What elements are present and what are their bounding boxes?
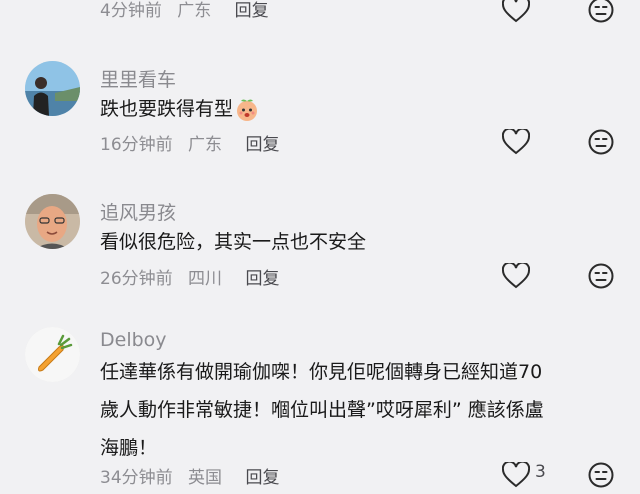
- neutral-face-icon[interactable]: [588, 462, 614, 488]
- comment-text-line: 歲人動作非常敏捷！嗰位叫出聲”哎呀犀利” 應該係盧: [100, 399, 544, 421]
- avatar[interactable]: [25, 61, 80, 116]
- comment-time: 16分钟前: [100, 135, 173, 155]
- comment-text-content: 跌也要跌得有型: [100, 98, 234, 120]
- reply-button[interactable]: 回复: [245, 135, 279, 155]
- peach-emoji-icon: [237, 99, 258, 121]
- reply-button[interactable]: 回复: [245, 269, 279, 289]
- comment-username[interactable]: 追风男孩: [100, 198, 176, 225]
- comment-meta: 16分钟前 广东 回复: [100, 130, 279, 155]
- comment-time: 26分钟前: [100, 269, 173, 289]
- comment-meta: 26分钟前 四川 回复: [100, 264, 279, 289]
- heart-icon[interactable]: [502, 462, 530, 488]
- comment-time: 34分钟前: [100, 468, 173, 488]
- avatar[interactable]: [25, 327, 80, 382]
- comment-location: 广东: [188, 135, 223, 155]
- heart-icon[interactable]: [502, 129, 530, 155]
- comment-username[interactable]: 里里看车: [100, 65, 176, 92]
- comment-username[interactable]: Delboy: [100, 329, 167, 351]
- neutral-face-icon[interactable]: [588, 0, 614, 23]
- comment-location: 广东: [177, 1, 212, 21]
- neutral-face-icon[interactable]: [588, 129, 614, 155]
- comment-meta: 4分钟前 广东 回复: [100, 0, 269, 21]
- reply-button[interactable]: 回复: [245, 468, 279, 488]
- comment-location: 四川: [188, 269, 223, 289]
- heart-icon[interactable]: [502, 263, 530, 289]
- comment-text: 跌也要跌得有型: [100, 90, 620, 128]
- comment-text: 任達華係有做開瑜伽㗎！你見佢呢個轉身已經知道70 歲人動作非常敏捷！嗰位叫出聲”…: [100, 353, 620, 467]
- heart-icon[interactable]: [502, 0, 530, 23]
- comment-location: 英国: [188, 468, 223, 488]
- neutral-face-icon[interactable]: [588, 263, 614, 289]
- like-count: 3: [535, 462, 546, 482]
- comment-text: 看似很危险，其实一点也不安全: [100, 231, 367, 253]
- comment-time: 4分钟前: [100, 1, 162, 21]
- comment-meta: 34分钟前 英国 回复: [100, 463, 279, 488]
- reply-button[interactable]: 回复: [235, 1, 269, 21]
- avatar[interactable]: [25, 194, 80, 249]
- comment-text-line: 任達華係有做開瑜伽㗎！你見佢呢個轉身已經知道70: [100, 361, 543, 383]
